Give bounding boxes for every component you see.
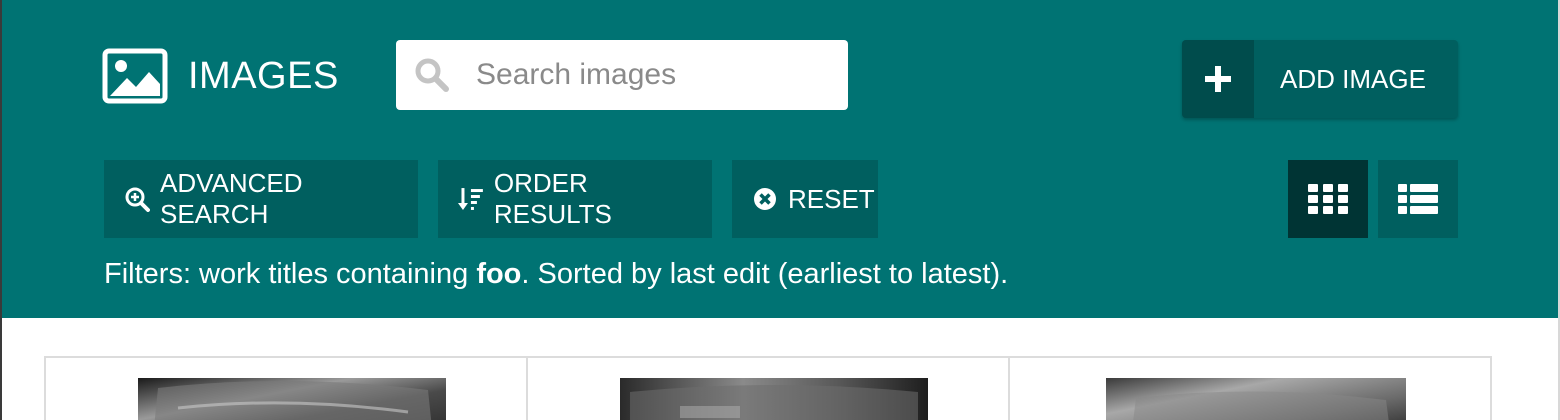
title-group: IMAGES <box>102 48 339 104</box>
close-circle-icon <box>754 188 776 210</box>
order-results-button[interactable]: ORDER RESULTS <box>438 160 712 238</box>
add-image-label: ADD IMAGE <box>1280 63 1426 94</box>
filters-term: foo <box>476 258 522 290</box>
order-results-label: ORDER RESULTS <box>493 168 612 229</box>
image-icon <box>102 48 168 104</box>
advanced-search-label: ADVANCED SEARCH <box>159 168 303 229</box>
filters-summary: Filters: work titles containing foo. Sor… <box>104 258 1008 291</box>
search-icon <box>415 58 449 92</box>
plus-icon <box>1205 66 1231 92</box>
list-view-icon <box>1398 184 1438 214</box>
reset-button[interactable]: RESET <box>732 160 878 238</box>
page-title: IMAGES <box>188 54 339 97</box>
filters-prefix: Filters: work titles containing <box>104 258 477 290</box>
grid-view-button[interactable] <box>1288 160 1368 238</box>
filters-suffix: . Sorted by last edit (earliest to lates… <box>521 258 1009 290</box>
zoom-in-icon <box>125 187 150 212</box>
search-input[interactable] <box>476 40 836 110</box>
images-page: IMAGES ADD IMAGE <box>0 0 1560 420</box>
result-card[interactable] <box>528 358 1010 420</box>
plus-icon-box <box>1182 40 1254 118</box>
image-thumbnail[interactable] <box>1106 378 1406 420</box>
advanced-search-button[interactable]: ADVANCED SEARCH <box>104 160 418 238</box>
result-card[interactable] <box>1010 358 1490 420</box>
add-image-button[interactable]: ADD IMAGE <box>1182 40 1458 118</box>
list-view-button[interactable] <box>1378 160 1458 238</box>
reset-label: RESET <box>788 183 875 214</box>
page-header: IMAGES ADD IMAGE <box>2 0 1558 318</box>
search-box[interactable] <box>396 40 848 110</box>
result-card[interactable] <box>46 358 528 420</box>
results-grid <box>44 356 1492 420</box>
sort-icon <box>458 188 483 210</box>
image-thumbnail[interactable] <box>620 378 928 420</box>
image-thumbnail[interactable] <box>138 378 446 420</box>
grid-view-icon <box>1308 184 1348 214</box>
